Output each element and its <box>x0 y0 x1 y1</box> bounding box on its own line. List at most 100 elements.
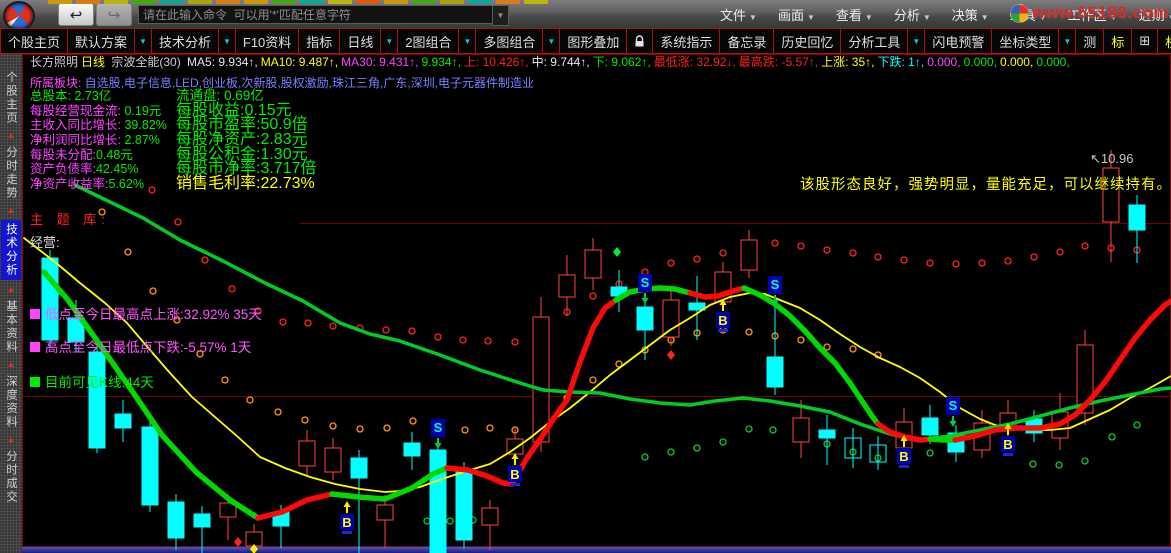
window-tab[interactable] <box>188 0 212 4</box>
sidebar-tab[interactable]: 个股主页 <box>3 71 19 125</box>
sell-marker: S <box>434 420 443 435</box>
sell-marker: S <box>771 277 780 292</box>
fund-value: 39.82% <box>124 118 167 133</box>
chart-frame <box>22 54 1171 547</box>
forward-button[interactable]: ↪ <box>96 3 132 26</box>
band-dot <box>1004 257 1012 265</box>
lock-icon[interactable] <box>626 28 654 54</box>
band-dot <box>383 424 391 432</box>
window-tab[interactable] <box>216 0 240 4</box>
toolbar-dropdown-icon[interactable]: ▼ <box>907 28 926 54</box>
candle-body <box>1076 344 1094 414</box>
window-tab[interactable] <box>496 0 520 4</box>
toolbar-button[interactable]: 2图组合 <box>397 28 460 54</box>
window-tab[interactable] <box>356 0 380 4</box>
fund-label: 资产负债率: <box>30 162 96 177</box>
sidebar-tab[interactable]: 分时成交 <box>3 450 19 504</box>
back-button[interactable]: ↩ <box>58 3 94 26</box>
toolbar-dropdown-icon[interactable]: ▼ <box>217 28 236 54</box>
info-segment: MA5: 9.934↑, <box>187 55 258 69</box>
toolbar-button[interactable]: 技术分析 <box>150 28 219 54</box>
watermark-logo-icon <box>1009 3 1029 23</box>
fund-left-cell: 净利润同比增长: 2.87% <box>30 133 176 148</box>
toolbar-button[interactable]: 权 <box>1157 28 1171 54</box>
fund-value: 0.19元 <box>124 103 162 118</box>
toolbar-button[interactable]: 标 <box>1103 28 1133 54</box>
window-tab[interactable] <box>76 0 100 4</box>
menubar-item[interactable]: 决策 ▼ <box>952 5 989 24</box>
window-tab[interactable] <box>300 0 324 4</box>
window-tab[interactable] <box>48 0 72 4</box>
menubar-item[interactable]: 分析 ▼ <box>894 5 931 24</box>
window-tab[interactable] <box>160 0 184 4</box>
toolbar-button[interactable]: 图形叠加 <box>559 28 628 54</box>
ma-line <box>741 285 881 427</box>
buy-marker-bg <box>897 448 911 464</box>
window-tab[interactable] <box>440 0 464 4</box>
toolbar-dropdown-icon[interactable]: ▼ <box>458 28 477 54</box>
fundamentals-row: 总股本: 2.73亿 流通盘: 0.69亿 <box>30 88 317 104</box>
sidebar-tab[interactable]: 技术分析 <box>1 220 21 280</box>
toolbar-dropdown-icon[interactable]: ▼ <box>134 28 152 54</box>
command-dropdown-icon[interactable]: ▼ <box>492 5 509 26</box>
buy-marker-base <box>718 329 728 332</box>
band-dot <box>797 242 805 250</box>
window-tab[interactable] <box>384 0 408 4</box>
toolbar-button[interactable]: 日线 <box>339 28 382 54</box>
toolbar-dropdown-icon[interactable]: ▼ <box>542 28 561 54</box>
window-tab[interactable] <box>244 0 268 4</box>
window-tab[interactable] <box>328 0 352 4</box>
chevron-down-icon: ▼ <box>749 12 757 22</box>
sidebar-tab[interactable]: 分时走势 <box>3 146 19 200</box>
window-tab[interactable] <box>132 0 156 4</box>
info-segment: 日线 <box>81 55 106 69</box>
band-dot <box>667 448 675 456</box>
toolbar-button[interactable]: 多图组合 <box>475 28 544 54</box>
toolbar-button[interactable]: 默认方案 <box>67 28 136 54</box>
toolbar-button[interactable]: 备忘录 <box>719 28 775 54</box>
band-dot <box>382 326 390 334</box>
command-input[interactable] <box>138 5 497 24</box>
band-dot <box>900 256 908 264</box>
toolbar-button[interactable]: 历史回忆 <box>773 28 842 54</box>
toolbar-button[interactable]: 坐标类型 <box>991 28 1060 54</box>
band-dot <box>174 218 182 226</box>
window-tab[interactable] <box>104 0 128 4</box>
candle-body <box>558 274 576 298</box>
band-dot <box>274 408 282 416</box>
toolbar-button[interactable]: 指标 <box>298 28 341 54</box>
sidebar-tab[interactable]: 基本资料 <box>3 300 19 354</box>
bottom-scrollbar[interactable] <box>22 546 1171 553</box>
toolbar-button[interactable]: F10资料 <box>234 28 300 54</box>
band-dot <box>221 376 229 384</box>
toolbar-dropdown-icon[interactable]: ▼ <box>1058 28 1077 54</box>
grid-icon[interactable]: ⊞ <box>1131 28 1159 54</box>
window-tab[interactable] <box>468 0 492 4</box>
band-dot <box>329 422 337 430</box>
buy-marker: B <box>510 467 519 482</box>
toolbar-dropdown-icon[interactable]: ▼ <box>380 28 399 54</box>
candle-body <box>947 432 965 453</box>
band-dot <box>124 248 132 256</box>
window-tab[interactable] <box>524 0 548 4</box>
sell-marker-bg <box>431 419 445 437</box>
window-tab[interactable] <box>412 0 436 4</box>
candle-body <box>740 239 758 271</box>
toolbar-button[interactable]: 个股主页 <box>0 28 69 54</box>
menubar-item[interactable]: 画面 ▼ <box>778 5 815 24</box>
toolbar-button[interactable]: 系统指示 <box>652 28 721 54</box>
menubar-item[interactable]: 文件 ▼ <box>720 5 757 24</box>
window-tab[interactable] <box>272 0 296 4</box>
sidebar-tab[interactable]: 深度资料 <box>3 375 19 429</box>
toolbar-button[interactable]: 分析工具 <box>840 28 909 54</box>
band-dot <box>173 316 181 324</box>
band-dot <box>1081 242 1089 250</box>
menubar-item[interactable]: 查看 ▼ <box>836 5 873 24</box>
candle-body <box>895 421 913 449</box>
band-dot <box>484 337 492 345</box>
toolbar-button[interactable]: 测 <box>1075 28 1105 54</box>
buy-arrow-head <box>511 453 519 459</box>
stat-square-icon <box>30 309 40 319</box>
toolbar-button[interactable]: 闪电预警 <box>924 28 993 54</box>
band-dot <box>459 336 467 344</box>
